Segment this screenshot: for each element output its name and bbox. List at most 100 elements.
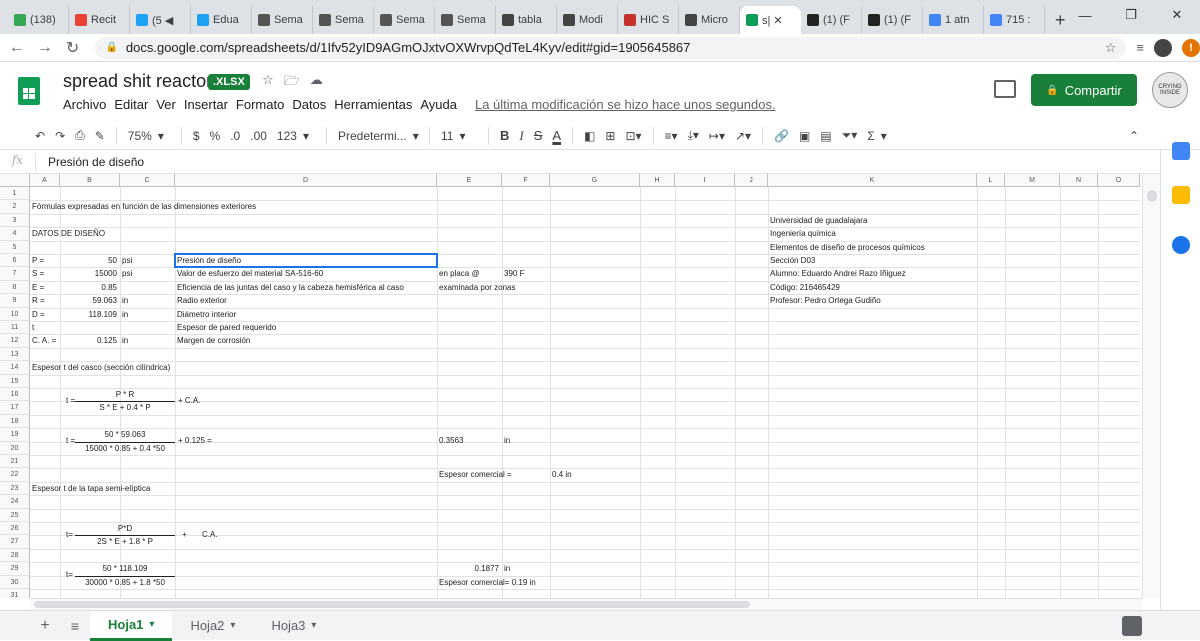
- row-header[interactable]: 11: [0, 321, 30, 335]
- column-header[interactable]: L: [977, 174, 1005, 187]
- sheet-tab[interactable]: Hoja2 ▾: [172, 611, 253, 641]
- cell[interactable]: psi: [120, 254, 132, 267]
- bold-button[interactable]: B: [495, 128, 514, 143]
- minimize-icon[interactable]: —: [1062, 0, 1108, 30]
- cell[interactable]: Valor de esfuerzo del material SA-516-60: [175, 267, 323, 280]
- update-alert-icon[interactable]: !: [1182, 38, 1200, 57]
- bookmark-star-icon[interactable]: ☆: [1105, 40, 1117, 56]
- browser-tab[interactable]: (5 ◀: [130, 6, 191, 34]
- insert-link-icon[interactable]: 🔗: [769, 129, 794, 143]
- sheets-logo-icon[interactable]: [18, 77, 40, 105]
- horizontal-align-icon[interactable]: ≡▾: [660, 129, 683, 143]
- browser-tab[interactable]: tabla: [496, 6, 557, 34]
- row-header[interactable]: 20: [0, 441, 30, 455]
- scroll-thumb[interactable]: [34, 601, 750, 608]
- column-header[interactable]: G: [550, 174, 640, 187]
- cell[interactable]: t=: [64, 528, 73, 541]
- row-header[interactable]: 10: [0, 307, 30, 321]
- column-header[interactable]: J: [735, 174, 768, 187]
- menu-item[interactable]: Formato: [236, 97, 284, 112]
- cell[interactable]: 15000: [60, 267, 120, 280]
- cell[interactable]: 30000 * 0.85 + 1.8 *50: [75, 576, 175, 589]
- browser-tab[interactable]: Recit: [69, 6, 130, 34]
- column-header[interactable]: N: [1060, 174, 1098, 187]
- percent-button[interactable]: %: [205, 129, 226, 143]
- horizontal-scrollbar[interactable]: [30, 598, 1142, 610]
- cell[interactable]: E =: [30, 281, 44, 294]
- cell[interactable]: + 0.125 =: [176, 434, 212, 447]
- row-header[interactable]: 22: [0, 468, 30, 482]
- menu-item[interactable]: Insertar: [184, 97, 228, 112]
- functions-button[interactable]: Σ ▾: [862, 129, 897, 143]
- increase-decimal-button[interactable]: .00: [245, 129, 272, 143]
- column-header[interactable]: D: [175, 174, 437, 187]
- column-header[interactable]: K: [768, 174, 977, 187]
- browser-tab[interactable]: (138): [8, 6, 69, 34]
- column-header[interactable]: M: [1005, 174, 1060, 187]
- currency-button[interactable]: $: [188, 129, 205, 143]
- url-input[interactable]: 🔒 docs.google.com/spreadsheets/d/1Ifv52y…: [95, 36, 1127, 59]
- italic-button[interactable]: I: [514, 128, 528, 144]
- browser-tab[interactable]: HIC S: [618, 6, 679, 34]
- zoom-select[interactable]: 75% ▾: [123, 129, 175, 143]
- row-header[interactable]: 1: [0, 187, 30, 201]
- row-header[interactable]: 9: [0, 294, 30, 308]
- cell[interactable]: Elementos de diseño de procesos químicos: [768, 241, 925, 254]
- cell[interactable]: Espesor comercial= 0.19 in: [437, 576, 536, 589]
- scroll-thumb[interactable]: [1147, 190, 1157, 202]
- column-header[interactable]: A: [30, 174, 60, 187]
- browser-tab[interactable]: s| ✕: [740, 6, 801, 34]
- row-header[interactable]: 7: [0, 267, 30, 281]
- browser-tab[interactable]: 1 atn: [923, 6, 984, 34]
- decrease-decimal-button[interactable]: .0: [225, 129, 245, 143]
- row-header[interactable]: 23: [0, 481, 30, 496]
- forward-icon[interactable]: →: [34, 39, 56, 57]
- number-format-select[interactable]: 123 ▾: [272, 129, 320, 143]
- cell[interactable]: t =: [64, 434, 75, 447]
- cell[interactable]: + C.A.: [176, 394, 200, 407]
- star-icon[interactable]: ☆: [262, 72, 274, 94]
- menu-item[interactable]: Herramientas: [334, 97, 412, 112]
- cell[interactable]: P * R: [75, 388, 175, 401]
- cell[interactable]: Código: 216465429: [768, 281, 840, 294]
- cell[interactable]: 390 F: [502, 267, 524, 280]
- calendar-icon[interactable]: [1172, 142, 1190, 160]
- cell[interactable]: D =: [30, 308, 45, 321]
- cell[interactable]: Profesor: Pedro Ortega Gudiño: [768, 294, 881, 307]
- row-header[interactable]: 24: [0, 495, 30, 509]
- cell[interactable]: Espesor de pared requerido: [175, 321, 276, 334]
- move-folder-icon[interactable]: 🗁: [284, 72, 300, 94]
- restore-icon[interactable]: ❐: [1108, 0, 1154, 30]
- row-header[interactable]: 17: [0, 401, 30, 415]
- cell[interactable]: 15000 * 0.85 + 0.4 *50: [75, 442, 175, 455]
- cell[interactable]: Diámetro interior: [175, 308, 236, 321]
- row-header[interactable]: 25: [0, 508, 30, 522]
- row-header[interactable]: 16: [0, 388, 30, 402]
- insert-chart-icon[interactable]: ▤: [815, 129, 836, 143]
- back-icon[interactable]: ←: [6, 39, 28, 57]
- row-header[interactable]: 13: [0, 347, 30, 362]
- cell[interactable]: psi: [120, 267, 132, 280]
- share-button[interactable]: 🔒 Compartir: [1031, 74, 1137, 106]
- spreadsheet-grid[interactable]: A B C D E F G H I J K L M N O 1 2 3 4 5 6 7 8 9 10 11 12 13 14 15 16 17…: [0, 174, 1140, 598]
- cell[interactable]: C. A. =: [30, 334, 56, 347]
- fill-color-icon[interactable]: ◧: [579, 129, 600, 143]
- chevron-down-icon[interactable]: ▾: [311, 620, 316, 631]
- cell[interactable]: t: [30, 321, 34, 334]
- cell[interactable]: en placa @: [437, 267, 480, 280]
- print-icon[interactable]: ⎙: [70, 128, 90, 143]
- strikethrough-button[interactable]: S: [529, 128, 548, 143]
- cell[interactable]: Espesor t del casco (sección cilíndrica): [30, 361, 170, 374]
- tasks-icon[interactable]: [1172, 236, 1190, 254]
- insert-comment-icon[interactable]: ▣: [794, 129, 815, 143]
- last-edit-link[interactable]: La última modificación se hizo hace unos…: [475, 97, 776, 112]
- column-header[interactable]: B: [60, 174, 120, 187]
- browser-tab[interactable]: (1) (F: [801, 6, 862, 34]
- browser-tab[interactable]: Sema: [252, 6, 313, 34]
- row-header[interactable]: 28: [0, 548, 30, 563]
- text-wrap-icon[interactable]: ↦▾: [704, 129, 730, 143]
- cell[interactable]: in: [502, 434, 510, 447]
- browser-tab[interactable]: Sema: [313, 6, 374, 34]
- undo-icon[interactable]: ↶: [30, 129, 50, 143]
- row-header[interactable]: 21: [0, 455, 30, 469]
